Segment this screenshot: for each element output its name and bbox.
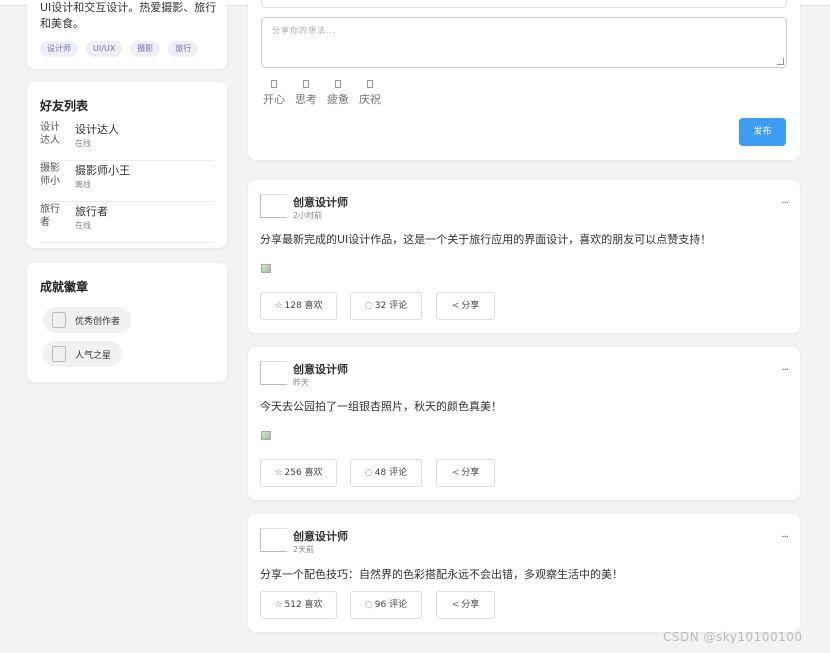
- comment-icon: ◌: [364, 468, 373, 478]
- mood-tired[interactable]: 疲惫: [325, 80, 351, 107]
- publish-button[interactable]: 发布: [739, 118, 786, 146]
- composer-upper-field[interactable]: [261, 0, 787, 8]
- share-icon: <: [451, 301, 460, 311]
- post-composer: 分享你的想法... 开心 思考 疲惫 庆祝 发布: [248, 0, 800, 160]
- friend-status: 离线: [75, 180, 91, 189]
- star-icon: ☆: [274, 301, 283, 311]
- badge-item: 人气之星: [43, 341, 122, 367]
- post-author[interactable]: 创意设计师: [293, 194, 348, 210]
- post-time: 2小时前: [293, 211, 323, 220]
- mood-happy[interactable]: 开心: [261, 80, 287, 107]
- more-options-icon[interactable]: ···: [781, 532, 788, 543]
- like-label: 512 喜欢: [284, 600, 323, 610]
- friend-item[interactable]: 设计达人 设计达人 在线: [40, 120, 214, 161]
- tag-uiux[interactable]: UI/UX: [86, 41, 123, 57]
- more-options-icon[interactable]: ···: [781, 198, 788, 209]
- star-icon: ☆: [274, 468, 283, 478]
- mood-thinking[interactable]: 思考: [293, 80, 319, 107]
- avatar[interactable]: [260, 194, 287, 218]
- avatar[interactable]: [260, 361, 287, 385]
- celebrate-icon: [367, 80, 373, 88]
- mood-label: 疲惫: [327, 93, 349, 106]
- like-label: 256 喜欢: [284, 468, 323, 478]
- badge-item: 优秀创作者: [43, 307, 131, 333]
- badges-title: 成就徽章: [40, 280, 89, 294]
- post-content: 分享最新完成的UI设计作品，这是一个关于旅行应用的界面设计，喜欢的朋友可以点赞支…: [260, 233, 712, 246]
- share-icon: <: [451, 468, 460, 478]
- mood-celebrate[interactable]: 庆祝: [357, 80, 383, 107]
- comment-button[interactable]: ◌ 48 评论: [350, 459, 422, 487]
- comment-label: 96 评论: [374, 600, 408, 610]
- badges-card: 成就徽章 优秀创作者 人气之星: [27, 263, 227, 382]
- friends-title: 好友列表: [40, 99, 89, 113]
- star-icon: ☆: [274, 600, 283, 610]
- post-author[interactable]: 创意设计师: [293, 528, 348, 544]
- resize-handle-icon[interactable]: [777, 58, 784, 65]
- post-image[interactable]: [261, 431, 271, 440]
- share-button[interactable]: < 分享: [436, 292, 495, 320]
- tired-icon: [335, 80, 341, 88]
- profile-tags: 设计师 UI/UX 摄影 旅行: [40, 41, 199, 57]
- share-button[interactable]: < 分享: [436, 591, 495, 619]
- friend-name: 设计达人: [75, 123, 119, 136]
- badge-name: 人气之星: [75, 351, 112, 361]
- badge-name: 优秀创作者: [75, 317, 121, 327]
- avatar: 摄影师小王: [40, 163, 60, 187]
- profile-card: UI设计和交互设计。热爱摄影、旅行和美食。 设计师 UI/UX 摄影 旅行: [27, 0, 227, 69]
- happy-icon: [271, 80, 277, 88]
- share-label: 分享: [461, 600, 480, 610]
- comment-icon: ◌: [364, 600, 373, 610]
- friend-name: 旅行者: [75, 205, 108, 218]
- comment-button[interactable]: ◌ 96 评论: [350, 591, 422, 619]
- avatar[interactable]: [260, 528, 287, 552]
- badge-image-icon: [52, 346, 66, 362]
- tag-photography[interactable]: 摄影: [130, 41, 161, 57]
- friend-status: 在线: [75, 221, 91, 230]
- badge-image-icon: [52, 312, 66, 328]
- post-card: 创意设计师 昨天 ··· 今天去公园拍了一组银杏照片，秋天的颜色真美！ ☆ 256…: [248, 347, 800, 500]
- tag-designer[interactable]: 设计师: [40, 41, 78, 57]
- tag-travel[interactable]: 旅行: [168, 41, 199, 57]
- post-time: 2天前: [293, 545, 315, 554]
- post-card: 创意设计师 2天前 ··· 分享一个配色技巧：自然界的色彩搭配永远不会出错，多观…: [248, 514, 800, 632]
- avatar: 旅行者: [40, 204, 60, 228]
- mood-label: 思考: [295, 93, 317, 106]
- like-button[interactable]: ☆ 256 喜欢: [260, 459, 337, 487]
- more-options-icon[interactable]: ···: [781, 365, 788, 376]
- post-textarea-placeholder: 分享你的想法...: [272, 26, 337, 35]
- friends-card: 好友列表 设计达人 设计达人 在线 摄影师小王 摄影师小王 离线 旅行者 旅行者…: [27, 82, 227, 248]
- like-label: 128 喜欢: [284, 301, 323, 311]
- comment-icon: ◌: [364, 301, 373, 311]
- mood-label: 开心: [263, 93, 285, 106]
- friend-name: 摄影师小王: [75, 164, 130, 177]
- share-label: 分享: [461, 301, 480, 311]
- avatar: 设计达人: [40, 122, 60, 146]
- post-author[interactable]: 创意设计师: [293, 361, 348, 377]
- comment-label: 48 评论: [374, 468, 408, 478]
- share-button[interactable]: < 分享: [436, 459, 495, 487]
- share-label: 分享: [461, 468, 480, 478]
- post-content: 今天去公园拍了一组银杏照片，秋天的颜色真美！: [260, 400, 502, 413]
- post-content: 分享一个配色技巧：自然界的色彩搭配永远不会出错，多观察生活中的美！: [260, 568, 623, 581]
- post-textarea[interactable]: 分享你的想法...: [261, 17, 787, 68]
- post-card: 创意设计师 2小时前 ··· 分享最新完成的UI设计作品，这是一个关于旅行应用的…: [248, 180, 800, 333]
- watermark: CSDN @sky10100100: [663, 630, 803, 644]
- mood-selector: 开心 思考 疲惫 庆祝: [261, 80, 383, 107]
- comment-label: 32 评论: [374, 301, 408, 311]
- post-time: 昨天: [293, 378, 309, 387]
- friend-status: 在线: [75, 139, 91, 148]
- thinking-icon: [303, 80, 309, 88]
- comment-button[interactable]: ◌ 32 评论: [350, 292, 422, 320]
- post-image[interactable]: [261, 264, 271, 273]
- friend-item[interactable]: 旅行者 旅行者 在线: [40, 202, 214, 243]
- share-icon: <: [451, 600, 460, 610]
- profile-bio: UI设计和交互设计。热爱摄影、旅行和美食。: [40, 1, 217, 30]
- friend-item[interactable]: 摄影师小王 摄影师小王 离线: [40, 161, 214, 202]
- like-button[interactable]: ☆ 128 喜欢: [260, 292, 337, 320]
- like-button[interactable]: ☆ 512 喜欢: [260, 591, 337, 619]
- mood-label: 庆祝: [359, 93, 381, 106]
